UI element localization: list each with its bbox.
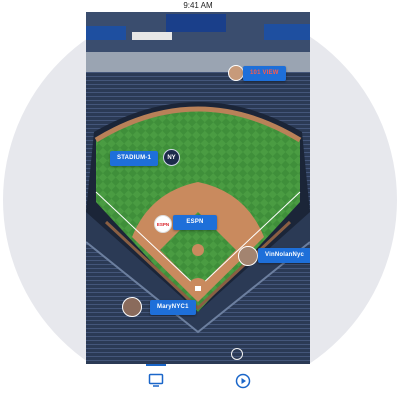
stadium-map — [86, 12, 310, 364]
scoreboard — [166, 14, 226, 32]
pin-stadium-1[interactable]: STADIUM-1 — [110, 151, 159, 166]
stadium-view[interactable]: 101 VIEW STADIUM-1 NY ESPN ESPN VinNolan… — [86, 12, 310, 364]
pin-espn[interactable]: ESPN — [173, 215, 217, 230]
phone-frame: 9:41 AM 101 VIEW STADIUM-1 NY ESPN ESPN … — [86, 0, 310, 400]
tap-cursor-icon — [231, 348, 243, 360]
play-icon — [235, 373, 251, 389]
active-tab-indicator — [146, 364, 166, 366]
pin-marynyc1[interactable]: MaryNYC1 — [150, 300, 196, 315]
user-avatar-101-view[interactable] — [228, 65, 244, 81]
user-avatar-vinnolannyc[interactable] — [238, 246, 258, 266]
user-avatar-marynyc1[interactable] — [122, 297, 142, 317]
pin-101-view[interactable]: 101 VIEW — [243, 66, 286, 81]
status-time: 9:41 AM — [183, 1, 213, 10]
pin-vinnolannyc[interactable]: VinNolanNyc — [258, 248, 310, 263]
yankees-logo: NY — [163, 149, 180, 166]
bottom-nav — [86, 364, 310, 400]
tab-tv[interactable] — [146, 364, 166, 390]
tab-play[interactable] — [235, 373, 251, 389]
tv-icon — [148, 373, 164, 387]
espn-logo: ESPN — [154, 215, 172, 233]
